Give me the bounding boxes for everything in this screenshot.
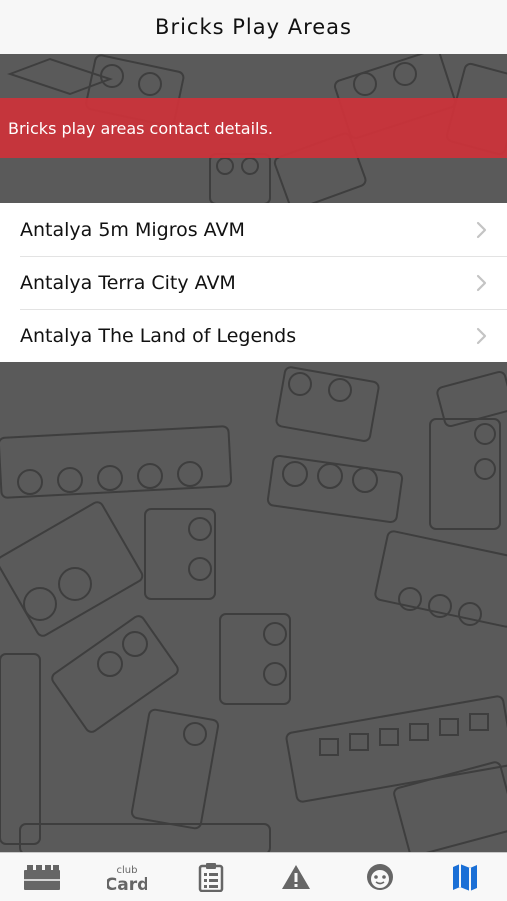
clipboard-icon — [197, 862, 225, 892]
chevron-right-icon — [475, 326, 489, 346]
page-title: Bricks Play Areas — [155, 15, 352, 39]
tab-bar: club Card — [0, 852, 507, 901]
tab-smiley[interactable] — [338, 853, 423, 901]
banner-text: Bricks play areas contact details. — [8, 119, 273, 138]
svg-text:Card: Card — [107, 875, 147, 892]
location-label: Antalya 5m Migros AVM — [20, 219, 475, 241]
warning-icon — [281, 863, 311, 891]
location-item-terra-city[interactable]: Antalya Terra City AVM — [0, 256, 507, 309]
brick-pattern-background — [0, 54, 507, 852]
location-item-land-of-legends[interactable]: Antalya The Land of Legends — [0, 309, 507, 362]
chevron-right-icon — [475, 220, 489, 240]
tab-club-card[interactable]: club Card — [85, 853, 170, 901]
tab-warning[interactable] — [254, 853, 339, 901]
bricks-icon — [23, 862, 61, 892]
location-item-migros[interactable]: Antalya 5m Migros AVM — [0, 203, 507, 256]
chevron-right-icon — [475, 273, 489, 293]
tab-map[interactable] — [423, 853, 507, 901]
navigation-bar: Bricks Play Areas — [0, 0, 507, 54]
info-banner: Bricks play areas contact details. — [0, 98, 507, 158]
tab-bricks[interactable] — [0, 853, 85, 901]
location-list: Antalya 5m Migros AVM Antalya Terra City… — [0, 203, 507, 362]
map-icon — [451, 862, 479, 892]
location-label: Antalya Terra City AVM — [20, 272, 475, 294]
smiley-icon — [365, 862, 395, 892]
location-label: Antalya The Land of Legends — [20, 325, 475, 347]
club-card-icon: club Card — [107, 862, 147, 892]
tab-clipboard[interactable] — [169, 853, 254, 901]
